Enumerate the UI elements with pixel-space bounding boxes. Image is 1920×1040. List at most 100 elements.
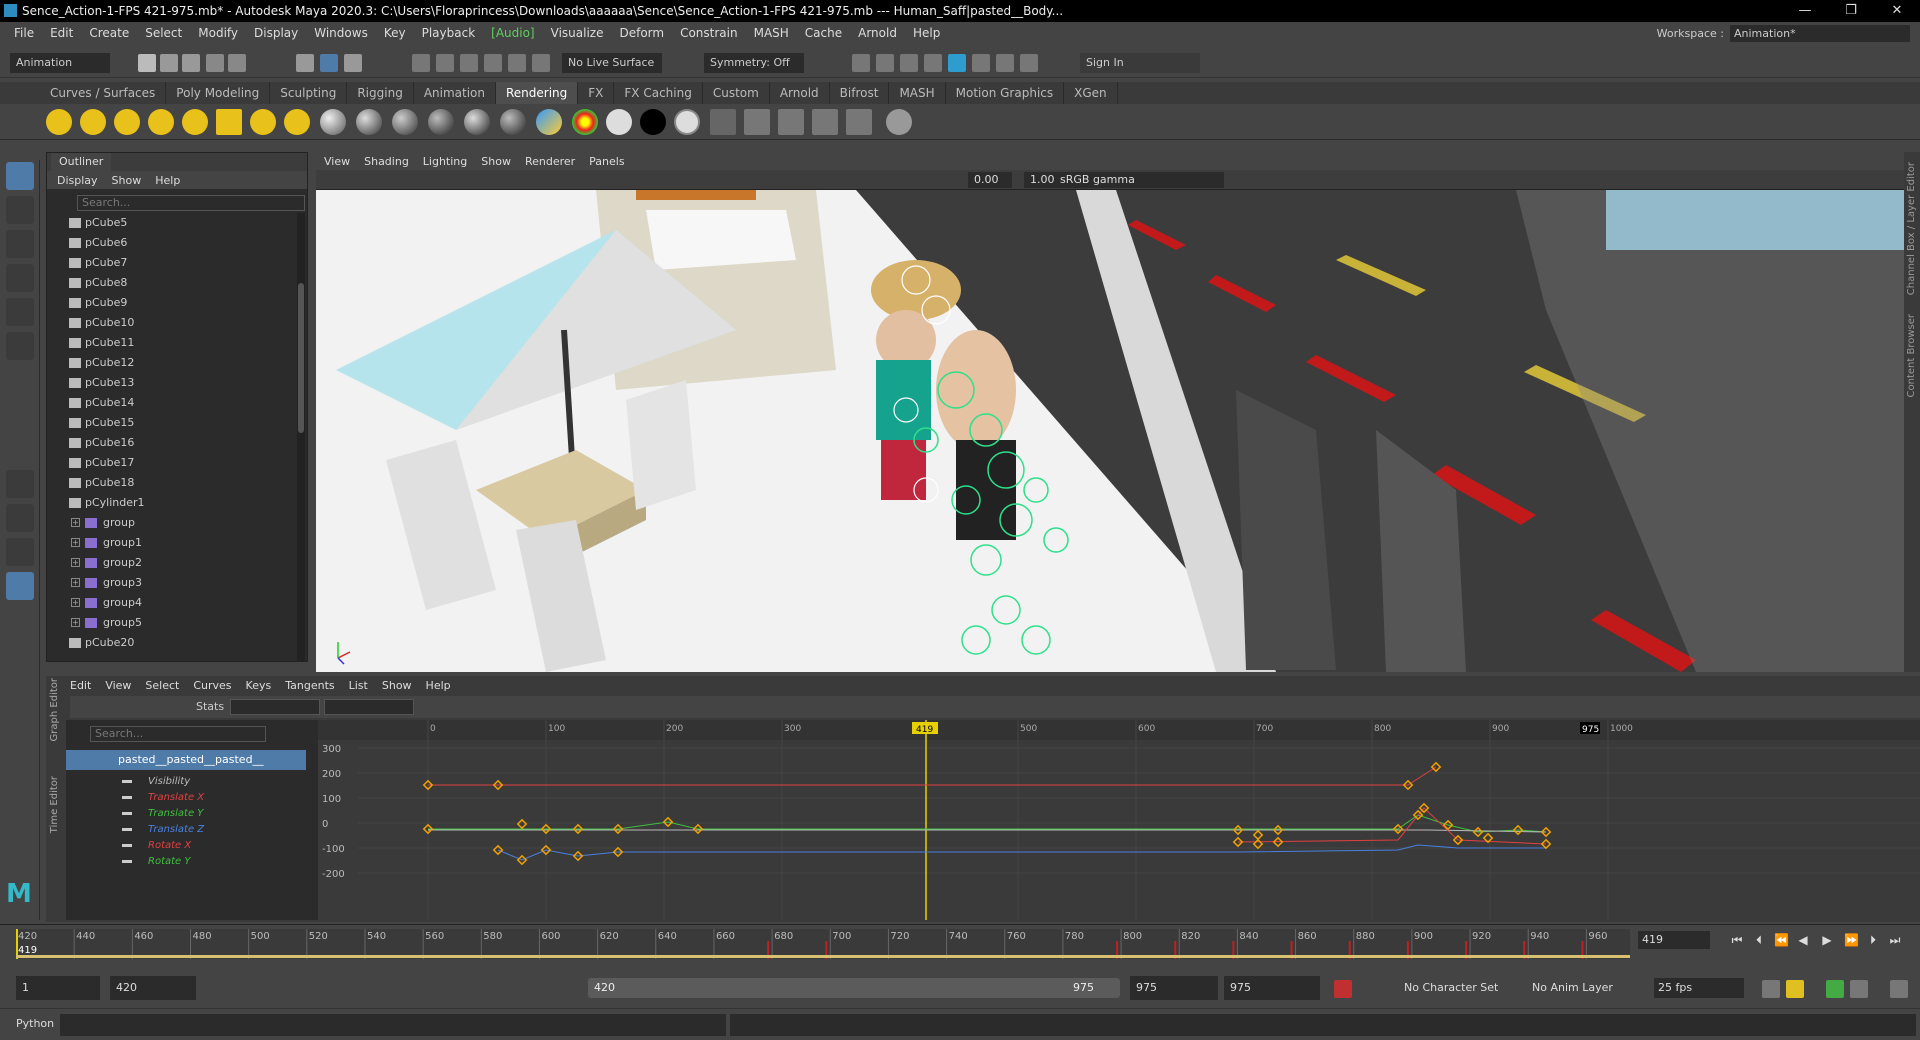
viewport-menu-view[interactable]: View: [324, 155, 350, 168]
outliner-menu-help[interactable]: Help: [155, 174, 180, 187]
rotate-tool-icon[interactable]: [6, 298, 34, 326]
scene-end-field[interactable]: 975: [1224, 976, 1320, 1000]
outliner-item-pcube8[interactable]: pCube8: [47, 273, 295, 293]
menu-key[interactable]: Key: [376, 26, 414, 40]
outliner-item-pcube15[interactable]: pCube15: [47, 413, 295, 433]
menu-set-dropdown[interactable]: Animation: [10, 53, 110, 73]
four-view-layout-icon[interactable]: [6, 504, 34, 532]
play-backwards-icon[interactable]: ◀: [1796, 933, 1810, 947]
graph-channel-rotate-y[interactable]: Rotate Y: [66, 852, 306, 872]
shelf-tab-rendering[interactable]: Rendering: [496, 82, 579, 104]
render-settings-icon[interactable]: [924, 54, 942, 72]
outliner-item-pcube20[interactable]: pCube20: [47, 633, 295, 653]
expand-icon[interactable]: +: [71, 618, 80, 627]
menu-mash[interactable]: MASH: [746, 26, 797, 40]
save-scene-icon[interactable]: [182, 54, 200, 72]
close-button[interactable]: ✕: [1874, 0, 1920, 22]
shelf-tab-motion-graphics[interactable]: Motion Graphics: [946, 82, 1065, 104]
graph-canvas[interactable]: 0 100 200 300 500 600 700 800 900 1000 300 200 100 0-…: [318, 720, 1920, 920]
workspace-dropdown[interactable]: Animation*: [1730, 24, 1910, 42]
menu-visualize[interactable]: Visualize: [543, 26, 612, 40]
undo-icon[interactable]: [206, 54, 224, 72]
menu-constrain[interactable]: Constrain: [672, 26, 746, 40]
outliner-item-pcube14[interactable]: pCube14: [47, 393, 295, 413]
shelf-tab-mash[interactable]: MASH: [889, 82, 946, 104]
shelf-tab-curves-surfaces[interactable]: Curves / Surfaces: [40, 82, 167, 104]
render-frame-icon[interactable]: [744, 109, 770, 135]
channel-box-tab[interactable]: Channel Box / Layer Editor: [1906, 162, 1917, 295]
step-forward-frame-icon[interactable]: ⏵: [1866, 933, 1880, 947]
single-perspective-layout-icon[interactable]: [6, 470, 34, 498]
snap-grid-icon[interactable]: [412, 54, 430, 72]
viewport-menu-shading[interactable]: Shading: [364, 155, 409, 168]
command-input[interactable]: [60, 1014, 726, 1036]
range-slider-bar[interactable]: 420 975: [588, 978, 1120, 998]
sign-in-button[interactable]: Sign In: [1080, 53, 1200, 73]
menu-file[interactable]: File: [6, 26, 42, 40]
new-scene-icon[interactable]: [138, 54, 156, 72]
graph-menu-edit[interactable]: Edit: [70, 679, 91, 692]
menu-playback[interactable]: Playback: [414, 26, 484, 40]
viewport-menu-lighting[interactable]: Lighting: [423, 155, 467, 168]
live-surface-field[interactable]: No Live Surface: [562, 53, 662, 73]
menu-windows[interactable]: Windows: [306, 26, 376, 40]
snap-vertex-icon[interactable]: [532, 54, 550, 72]
anisotropic-icon[interactable]: [500, 109, 526, 135]
use-background-icon[interactable]: [640, 109, 666, 135]
menu-arnold[interactable]: Arnold: [850, 26, 905, 40]
pause-viewport-icon[interactable]: [1020, 54, 1038, 72]
menu-modify[interactable]: Modify: [190, 26, 246, 40]
expand-icon[interactable]: +: [71, 598, 80, 607]
surface-shader-icon[interactable]: [606, 109, 632, 135]
outliner-scrollbar[interactable]: [297, 213, 305, 661]
ramp-shader-icon[interactable]: [572, 109, 598, 135]
graph-menu-curves[interactable]: Curves: [193, 679, 231, 692]
snap-live-icon[interactable]: [508, 54, 526, 72]
go-to-start-icon[interactable]: ⏮: [1730, 933, 1744, 947]
shading-map-icon[interactable]: [674, 109, 700, 135]
persp-graph-layout-icon[interactable]: [6, 538, 34, 566]
time-editor-tab[interactable]: Time Editor: [49, 776, 60, 833]
menu-audio[interactable]: [Audio]: [483, 26, 542, 40]
step-back-key-icon[interactable]: ⏪: [1774, 933, 1789, 947]
perspective-viewport[interactable]: [316, 190, 1920, 672]
current-frame-field[interactable]: 419: [1638, 931, 1710, 949]
maximize-button[interactable]: ❐: [1828, 0, 1874, 22]
redo-icon[interactable]: [228, 54, 246, 72]
outliner-item-pcube18[interactable]: pCube18: [47, 473, 295, 493]
expand-icon[interactable]: +: [71, 518, 80, 527]
lasso-tool-icon[interactable]: [6, 196, 34, 224]
blinn-icon[interactable]: [356, 109, 382, 135]
time-slider-track[interactable]: 420 440 460 480 500 520 540 560 580 600 620 640 660 6…: [15, 929, 1630, 959]
select-object-icon[interactable]: [320, 54, 338, 72]
ambient-light-icon[interactable]: [46, 109, 72, 135]
content-browser-tab[interactable]: Content Browser: [1906, 314, 1917, 397]
outliner-item-group5[interactable]: + group5: [47, 613, 295, 633]
graph-root-node[interactable]: pasted__pasted__pasted__: [66, 750, 306, 770]
shelf-tab-poly-modeling[interactable]: Poly Modeling: [166, 82, 271, 104]
viewport-menu-show[interactable]: Show: [481, 155, 511, 168]
batch-render-icon[interactable]: [812, 109, 838, 135]
menu-select[interactable]: Select: [137, 26, 190, 40]
exposure-field[interactable]: 0.00: [968, 172, 1012, 188]
scene-start-field[interactable]: 1: [16, 976, 100, 1000]
loop-icon[interactable]: [1762, 980, 1780, 998]
paint-select-tool-icon[interactable]: [6, 230, 34, 258]
shelf-tab-xgen[interactable]: XGen: [1064, 82, 1118, 104]
open-scene-icon[interactable]: [160, 54, 178, 72]
graph-menu-keys[interactable]: Keys: [246, 679, 272, 692]
outliner-item-pcube7[interactable]: pCube7: [47, 253, 295, 273]
expand-icon[interactable]: +: [71, 538, 80, 547]
move-tool-icon[interactable]: [6, 264, 34, 292]
outliner-search-input[interactable]: Search...: [77, 195, 305, 211]
cache-playback-icon[interactable]: [1786, 980, 1804, 998]
anim-layer-dropdown[interactable]: No Anim Layer: [1532, 978, 1613, 998]
render-sequence-icon[interactable]: [846, 109, 872, 135]
outliner-item-group[interactable]: + group: [47, 513, 295, 533]
select-component-icon[interactable]: [344, 54, 362, 72]
render-current-frame-icon[interactable]: [876, 54, 894, 72]
graph-menu-help[interactable]: Help: [426, 679, 451, 692]
outliner-item-group4[interactable]: + group4: [47, 593, 295, 613]
play-forwards-icon[interactable]: ▶: [1820, 933, 1834, 947]
select-hierarchy-icon[interactable]: [296, 54, 314, 72]
